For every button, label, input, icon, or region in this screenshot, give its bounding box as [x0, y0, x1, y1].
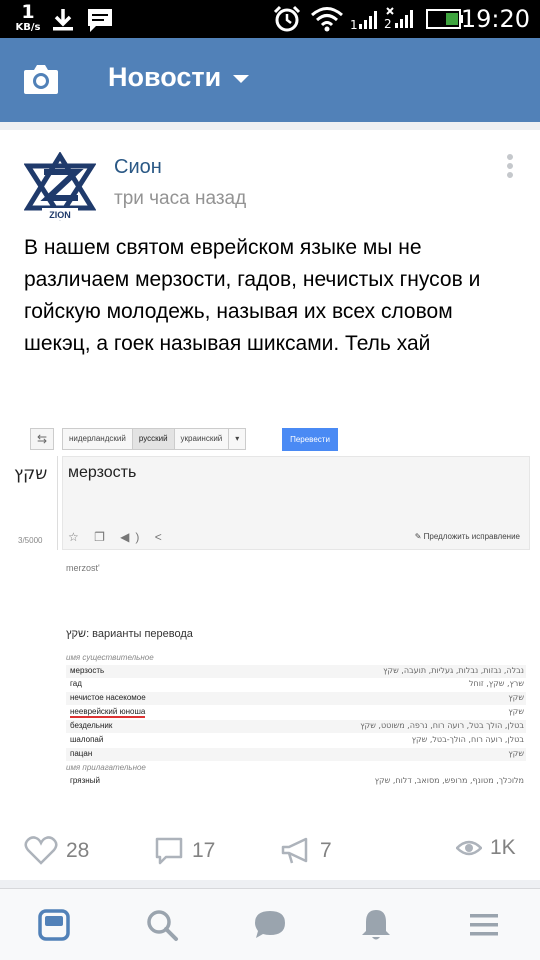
- swap-languages-icon: ⇆: [30, 428, 54, 450]
- lang-tab: нидерландский: [63, 429, 133, 449]
- post-card: ZION Сион три часа назад В нашем святом …: [0, 122, 540, 880]
- feed-switcher[interactable]: Новости: [108, 62, 250, 93]
- clock: 19:20: [460, 5, 530, 33]
- comment-button[interactable]: 17: [154, 836, 215, 866]
- post-text: В нашем святом еврейском языке мы не раз…: [24, 236, 481, 355]
- avatar[interactable]: ZION: [24, 152, 96, 224]
- post-time: три часа назад: [114, 188, 247, 209]
- transliteration: merzost': [66, 563, 100, 573]
- like-button[interactable]: 28: [24, 836, 89, 866]
- heart-icon: [24, 836, 58, 865]
- app-header: Новости: [0, 38, 540, 122]
- search-icon[interactable]: [144, 907, 180, 943]
- table-row: шалопай בטלן, רועה רוח, הולך-בטל, שקץ: [70, 735, 524, 744]
- svg-text:2: 2: [384, 17, 392, 31]
- signal-1-icon: 1: [350, 11, 377, 31]
- status-bar: 1 KB/s 1 2 19:20: [0, 0, 540, 38]
- table-row: мерзость נבלה, נבזות, נבלות, געליות, תועב…: [66, 665, 526, 678]
- pos-adj: имя прилагательное: [66, 763, 146, 772]
- download-icon: [53, 9, 73, 31]
- result-word: мерзость: [68, 464, 137, 481]
- notifications-icon[interactable]: [358, 907, 394, 943]
- author-name[interactable]: Сион: [114, 156, 162, 179]
- table-row: гад שרץ, שקץ, זוחל: [70, 679, 524, 688]
- page-title: Новости: [108, 62, 222, 92]
- bottom-nav: [0, 888, 540, 960]
- speed-unit: KB/s: [15, 22, 41, 33]
- svg-text:1: 1: [350, 18, 358, 31]
- comment-icon: [155, 837, 183, 865]
- lang-tab: украинский: [174, 429, 230, 449]
- source-word: שקץ: [14, 464, 48, 484]
- battery-icon: [426, 9, 463, 29]
- language-tabs: нидерландский русский украинский ▾: [62, 428, 247, 450]
- messages-icon[interactable]: [252, 907, 288, 943]
- table-row: нечистое насекомое שקץ: [66, 692, 526, 705]
- table-row: нееврейский юноша שקץ: [70, 707, 524, 718]
- suggest-edit: ✎ Предложить исправление: [414, 532, 520, 541]
- result-tools: ☆ ❐ ◀) <: [68, 530, 168, 544]
- table-row: бездельник בטלן, הולך בטל, רועה רוח, נרפה…: [66, 720, 526, 733]
- wifi-icon: [311, 7, 343, 32]
- avatar-text: ZION: [49, 210, 71, 220]
- char-count: 3/5000: [18, 536, 43, 545]
- share-count: 7: [320, 839, 332, 862]
- signal-2-icon: 2: [384, 7, 413, 31]
- variants-title: שקץ: варианты перевода: [66, 628, 193, 640]
- comment-count: 17: [192, 839, 216, 862]
- news-icon[interactable]: [36, 907, 72, 943]
- like-count: 28: [66, 839, 90, 862]
- view-count: 1K: [490, 836, 516, 859]
- more-options-icon[interactable]: [504, 154, 516, 182]
- table-row: грязный מלוכלך, מטונף, מרופש, מסואב, דלוח…: [70, 776, 524, 785]
- share-button[interactable]: 7: [280, 836, 332, 866]
- megaphone-icon: [281, 837, 308, 864]
- caret-down-icon: [233, 74, 250, 83]
- attached-image[interactable]: ⇆ нидерландский русский украинский ▾ Пер…: [0, 416, 540, 788]
- speed-value: 1: [21, 1, 35, 23]
- network-speed: 1 KB/s: [8, 3, 48, 33]
- alarm-icon: [273, 5, 301, 32]
- pos-noun: имя существительное: [66, 653, 154, 662]
- menu-icon[interactable]: [466, 907, 502, 943]
- camera-icon[interactable]: [22, 62, 60, 96]
- views: 1K: [456, 836, 516, 860]
- table-row: пацан שקץ: [66, 748, 526, 761]
- translate-button: Перевести: [282, 428, 338, 451]
- lang-tab: ▾: [229, 429, 246, 449]
- lang-tab: русский: [132, 429, 175, 449]
- message-icon: [88, 9, 112, 32]
- eye-icon: [456, 840, 482, 856]
- post-actions: 28 17 7 1K: [0, 830, 540, 874]
